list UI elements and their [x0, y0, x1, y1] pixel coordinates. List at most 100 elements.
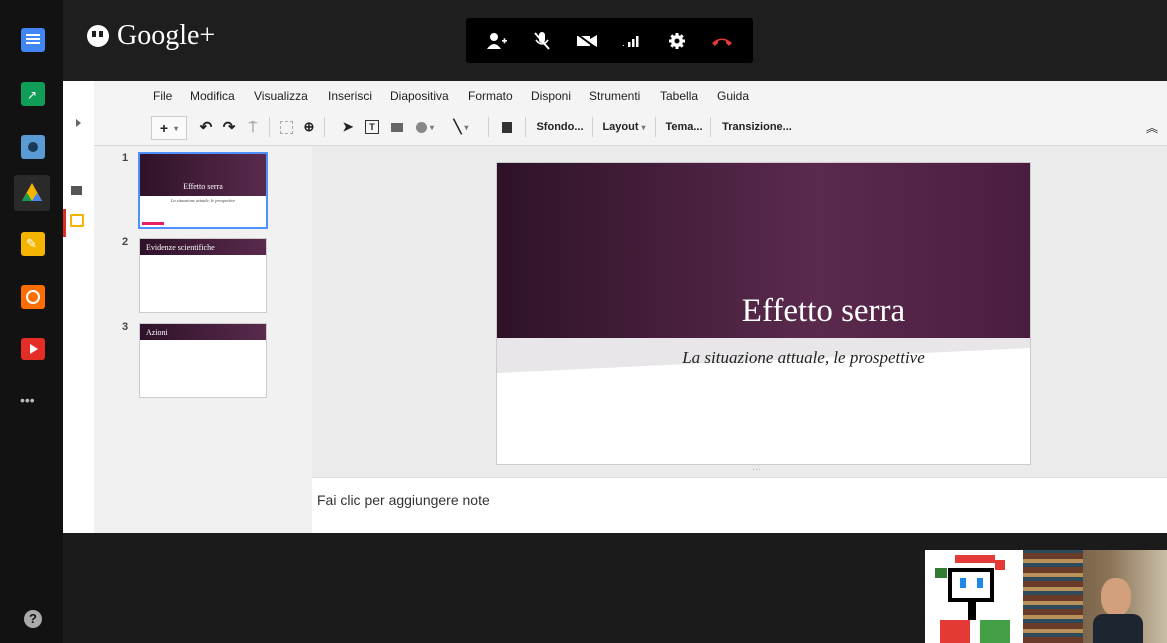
- participant-face: [1101, 578, 1131, 616]
- transition-button[interactable]: Transizione...: [717, 116, 797, 138]
- call-controls: .: [466, 18, 753, 63]
- slide-filmstrip: 1 Effetto serra La situazione attuale, l…: [94, 146, 313, 533]
- menu-file[interactable]: File: [153, 89, 172, 103]
- slide-subtitle[interactable]: La situazione attuale, le prospettive: [497, 348, 1030, 368]
- menu-disponi[interactable]: Disponi: [531, 89, 571, 103]
- add-person-icon: [486, 32, 507, 49]
- camera-icon[interactable]: [21, 135, 45, 159]
- dropdown-arrow-icon: ▾: [464, 122, 469, 132]
- menu-formato[interactable]: Formato: [468, 89, 513, 103]
- notes-resize-handle[interactable]: ···: [752, 464, 761, 474]
- paint-roller-icon: ⍑: [248, 118, 258, 135]
- notes-icon: [502, 121, 512, 133]
- video-off-icon: [576, 32, 597, 49]
- menu-modifica[interactable]: Modifica: [190, 89, 235, 103]
- slide-thumbnail-3[interactable]: Azioni: [139, 323, 267, 398]
- speaker-notes-button[interactable]: [498, 116, 516, 138]
- menu-inserisci[interactable]: Inserisci: [328, 89, 372, 103]
- menu-bar: File Modifica Visualizza Inserisci Diapo…: [94, 81, 1167, 110]
- slide-thumbnail-1[interactable]: Effetto serra La situazione attuale, le …: [138, 152, 268, 229]
- signal-icon: .: [622, 35, 639, 48]
- current-slide[interactable]: Effetto serra La situazione attuale, le …: [496, 162, 1031, 465]
- settings-button[interactable]: [663, 27, 691, 55]
- slides-tab-icon[interactable]: [70, 214, 84, 227]
- more-apps-button[interactable]: •••: [20, 392, 35, 408]
- layout-button[interactable]: Layout ▾: [600, 116, 648, 138]
- paint-format-button[interactable]: ⍑: [244, 116, 262, 138]
- undo-icon: ↶: [199, 119, 213, 136]
- thumb-title: Azioni: [146, 328, 168, 337]
- shape-button[interactable]: ▾: [411, 116, 439, 138]
- help-button[interactable]: ?: [24, 610, 42, 628]
- avatar-pixel-art[interactable]: [925, 550, 1023, 643]
- undo-button[interactable]: ↶: [197, 116, 215, 138]
- slides-icon[interactable]: ↗: [21, 82, 45, 106]
- pencil-app-icon[interactable]: ✎: [21, 232, 45, 256]
- youtube-icon[interactable]: [21, 338, 45, 360]
- hangup-button[interactable]: [708, 27, 736, 55]
- new-slide-button[interactable]: + ▾: [151, 116, 187, 140]
- menu-diapositiva[interactable]: Diapositiva: [390, 89, 449, 103]
- expand-panel-button[interactable]: [76, 119, 81, 127]
- slides-editor: File Modifica Visualizza Inserisci Diapo…: [63, 81, 1167, 534]
- radio-icon[interactable]: [21, 285, 45, 309]
- fit-icon: [279, 120, 293, 134]
- slide-title[interactable]: Effetto serra: [497, 293, 1030, 330]
- bandwidth-button[interactable]: .: [618, 27, 646, 55]
- slide-thumbnail-2[interactable]: Evidenze scientifiche: [139, 238, 267, 313]
- thumb-title: Effetto serra: [183, 182, 223, 191]
- redo-icon: ↷: [222, 119, 236, 136]
- camera-off-button[interactable]: [573, 27, 601, 55]
- files-tab-icon[interactable]: [71, 186, 82, 195]
- speaker-notes[interactable]: Fai clic per aggiungere note: [312, 477, 1167, 534]
- text-box-button[interactable]: T: [363, 116, 381, 138]
- insert-image-button[interactable]: [388, 116, 406, 138]
- layout-label: Layout: [602, 121, 639, 133]
- help-icon: ?: [29, 611, 37, 626]
- docs-icon[interactable]: [21, 28, 45, 52]
- double-chevron-up-icon: ︽: [1145, 120, 1158, 135]
- participant-videos: [925, 550, 1167, 643]
- background-button[interactable]: Sfondo...: [534, 116, 586, 138]
- app-sidebar: ↗ ✎ ••• ?: [0, 0, 63, 643]
- zoom-button[interactable]: ⊕: [300, 116, 318, 138]
- text-box-icon: T: [365, 120, 379, 134]
- line-button[interactable]: ╲ ▾: [445, 116, 477, 138]
- image-icon: [391, 122, 403, 132]
- invite-people-button[interactable]: [483, 27, 511, 55]
- hangouts-bubble-icon: [87, 25, 109, 47]
- shape-icon: [415, 121, 427, 133]
- dropdown-arrow-icon: ▾: [174, 123, 179, 133]
- thumb-subtitle: La situazione attuale, le prospettive: [170, 198, 236, 203]
- collapse-toolbar-button[interactable]: ︽: [1144, 116, 1160, 138]
- app-title: Google+: [117, 20, 216, 51]
- hangout-topbar: Google+ .: [63, 0, 1167, 81]
- theme-button[interactable]: Tema...: [663, 116, 705, 138]
- hangup-phone-icon: [712, 38, 733, 46]
- mute-microphone-button[interactable]: [528, 27, 556, 55]
- menu-strumenti[interactable]: Strumenti: [589, 89, 640, 103]
- toolbar: + ▾ ↶ ↷ ⍑ ⊕ ➤ T ▾ ╲ ▾ Sfondo... Layout ▾ T…: [94, 109, 1167, 146]
- slide-number: 1: [122, 152, 129, 164]
- redo-button[interactable]: ↷: [220, 116, 238, 138]
- dropdown-arrow-icon: ▾: [429, 122, 434, 132]
- gear-icon: [669, 32, 686, 49]
- menu-tabella[interactable]: Tabella: [660, 89, 698, 103]
- menu-guida[interactable]: Guida: [717, 89, 749, 103]
- slide-number: 2: [122, 236, 129, 248]
- line-icon: ╲: [453, 119, 462, 134]
- side-panel-strip: [63, 81, 95, 533]
- active-tab-indicator: [63, 209, 66, 237]
- notes-placeholder: Fai clic per aggiungere note: [317, 492, 490, 508]
- plus-icon: +: [159, 120, 169, 136]
- slide-number: 3: [122, 321, 129, 333]
- dropdown-arrow-icon: ▾: [641, 122, 646, 132]
- select-tool-button[interactable]: ➤: [339, 116, 357, 138]
- menu-visualizza[interactable]: Visualizza: [254, 89, 308, 103]
- slide-selection-marker: [142, 222, 164, 225]
- zoom-fit-button[interactable]: [277, 116, 295, 138]
- microphone-muted-icon: [533, 31, 550, 50]
- cursor-arrow-icon: ➤: [342, 119, 354, 134]
- drive-icon[interactable]: [14, 175, 50, 211]
- participant-webcam[interactable]: [1023, 550, 1167, 643]
